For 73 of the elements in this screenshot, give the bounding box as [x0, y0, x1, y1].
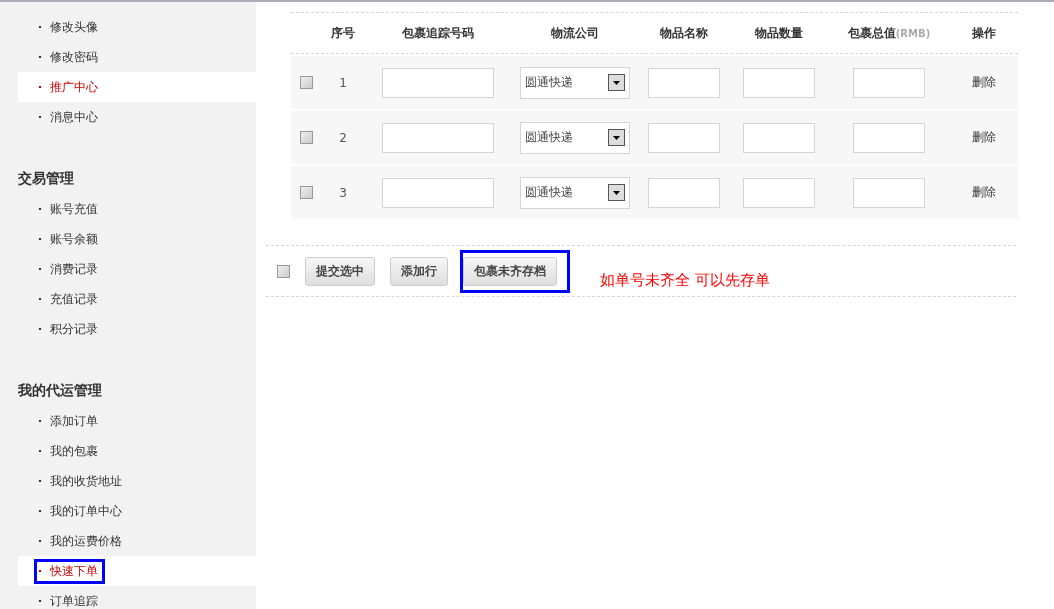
column-header: 序号	[330, 24, 356, 42]
value-input[interactable]	[853, 67, 925, 98]
item-name-input[interactable]	[648, 67, 720, 98]
sidebar-link[interactable]: 我的运费价格	[34, 528, 129, 554]
sidebar-link-label: 账号余额	[50, 230, 98, 248]
sidebar-link[interactable]: 快速下单	[34, 558, 105, 584]
value-input[interactable]	[853, 177, 925, 208]
quantity-input[interactable]	[743, 67, 815, 98]
sidebar-link-label: 修改密码	[50, 48, 98, 66]
action-button[interactable]: 包裹未齐存档	[463, 256, 557, 286]
column-header: 物品数量	[754, 24, 804, 42]
tracking-input[interactable]	[382, 177, 494, 208]
quantity-input[interactable]	[743, 122, 815, 153]
sidebar-link[interactable]: 修改密码	[34, 44, 105, 70]
row-number: 2	[338, 130, 348, 145]
sidebar-link-label: 充值记录	[50, 290, 98, 308]
row-number: 3	[338, 185, 348, 200]
sidebar-link-label: 账号充值	[50, 200, 98, 218]
sidebar-link-label: 修改头像	[50, 18, 98, 36]
sidebar-link-label: 我的订单中心	[50, 502, 122, 520]
sidebar-heading: 交易管理	[18, 169, 75, 188]
sidebar-link[interactable]: 我的订单中心	[34, 498, 129, 524]
delete-link[interactable]: 删除	[949, 74, 1018, 91]
sidebar-link-label: 消费记录	[50, 260, 98, 278]
hint-text: 如单号未齐全 可以先存单	[600, 270, 770, 290]
sidebar-link[interactable]: 推广中心	[34, 74, 105, 100]
sidebar-link-label: 推广中心	[50, 78, 98, 96]
tracking-input[interactable]	[382, 67, 494, 98]
sidebar-link[interactable]: 我的收货地址	[34, 468, 129, 494]
carrier-select[interactable]: 圆通快递	[520, 121, 630, 154]
column-header: 包裹追踪号码	[401, 24, 475, 42]
checkbox[interactable]	[277, 264, 290, 278]
action-button[interactable]: 添加行	[390, 256, 448, 286]
column-header: 物品名称	[659, 24, 709, 42]
sidebar-link[interactable]: 修改头像	[34, 14, 105, 40]
sidebar-link[interactable]: 账号充值	[34, 196, 105, 222]
sidebar-link-label: 添加订单	[50, 412, 98, 430]
sidebar-link[interactable]: 添加订单	[34, 408, 105, 434]
sidebar-link-label: 快速下单	[50, 562, 98, 580]
action-button[interactable]: 提交选中	[305, 256, 375, 286]
column-header: 物流公司	[550, 24, 600, 42]
column-header: 包裹总值(RMB)	[846, 24, 932, 42]
checkbox[interactable]	[299, 76, 313, 89]
sidebar-link-label: 我的收货地址	[50, 472, 122, 490]
sidebar-link-label: 积分记录	[50, 320, 98, 338]
sidebar-link[interactable]: 消费记录	[34, 256, 105, 282]
item-name-input[interactable]	[648, 122, 720, 153]
dropdown-caret-icon	[608, 184, 625, 201]
sidebar-link[interactable]: 充值记录	[34, 286, 105, 312]
sidebar-link[interactable]: 订单追踪	[34, 588, 105, 609]
column-header: 操作	[970, 24, 997, 42]
sidebar-link[interactable]: 积分记录	[34, 316, 105, 342]
checkbox[interactable]	[299, 131, 313, 144]
sidebar-link-label: 订单追踪	[50, 592, 98, 609]
sidebar-heading: 我的代运管理	[18, 381, 103, 400]
item-name-input[interactable]	[648, 177, 720, 208]
value-input[interactable]	[853, 122, 925, 153]
sidebar-link-label: 我的运费价格	[50, 532, 122, 550]
checkbox[interactable]	[299, 186, 313, 199]
delete-link[interactable]: 删除	[949, 129, 1018, 146]
delete-link[interactable]: 删除	[949, 184, 1018, 201]
row-number: 1	[338, 75, 348, 90]
sidebar-link-label: 消息中心	[50, 108, 98, 126]
sidebar-link-label: 我的包裹	[50, 442, 98, 460]
dropdown-caret-icon	[608, 129, 625, 146]
carrier-select[interactable]: 圆通快递	[520, 66, 630, 99]
carrier-select[interactable]: 圆通快递	[520, 176, 630, 209]
sidebar-link[interactable]: 消息中心	[34, 104, 105, 130]
dropdown-caret-icon	[608, 74, 625, 91]
tracking-input[interactable]	[382, 122, 494, 153]
sidebar-link[interactable]: 我的包裹	[34, 438, 105, 464]
quantity-input[interactable]	[743, 177, 815, 208]
sidebar-link[interactable]: 账号余额	[34, 226, 105, 252]
